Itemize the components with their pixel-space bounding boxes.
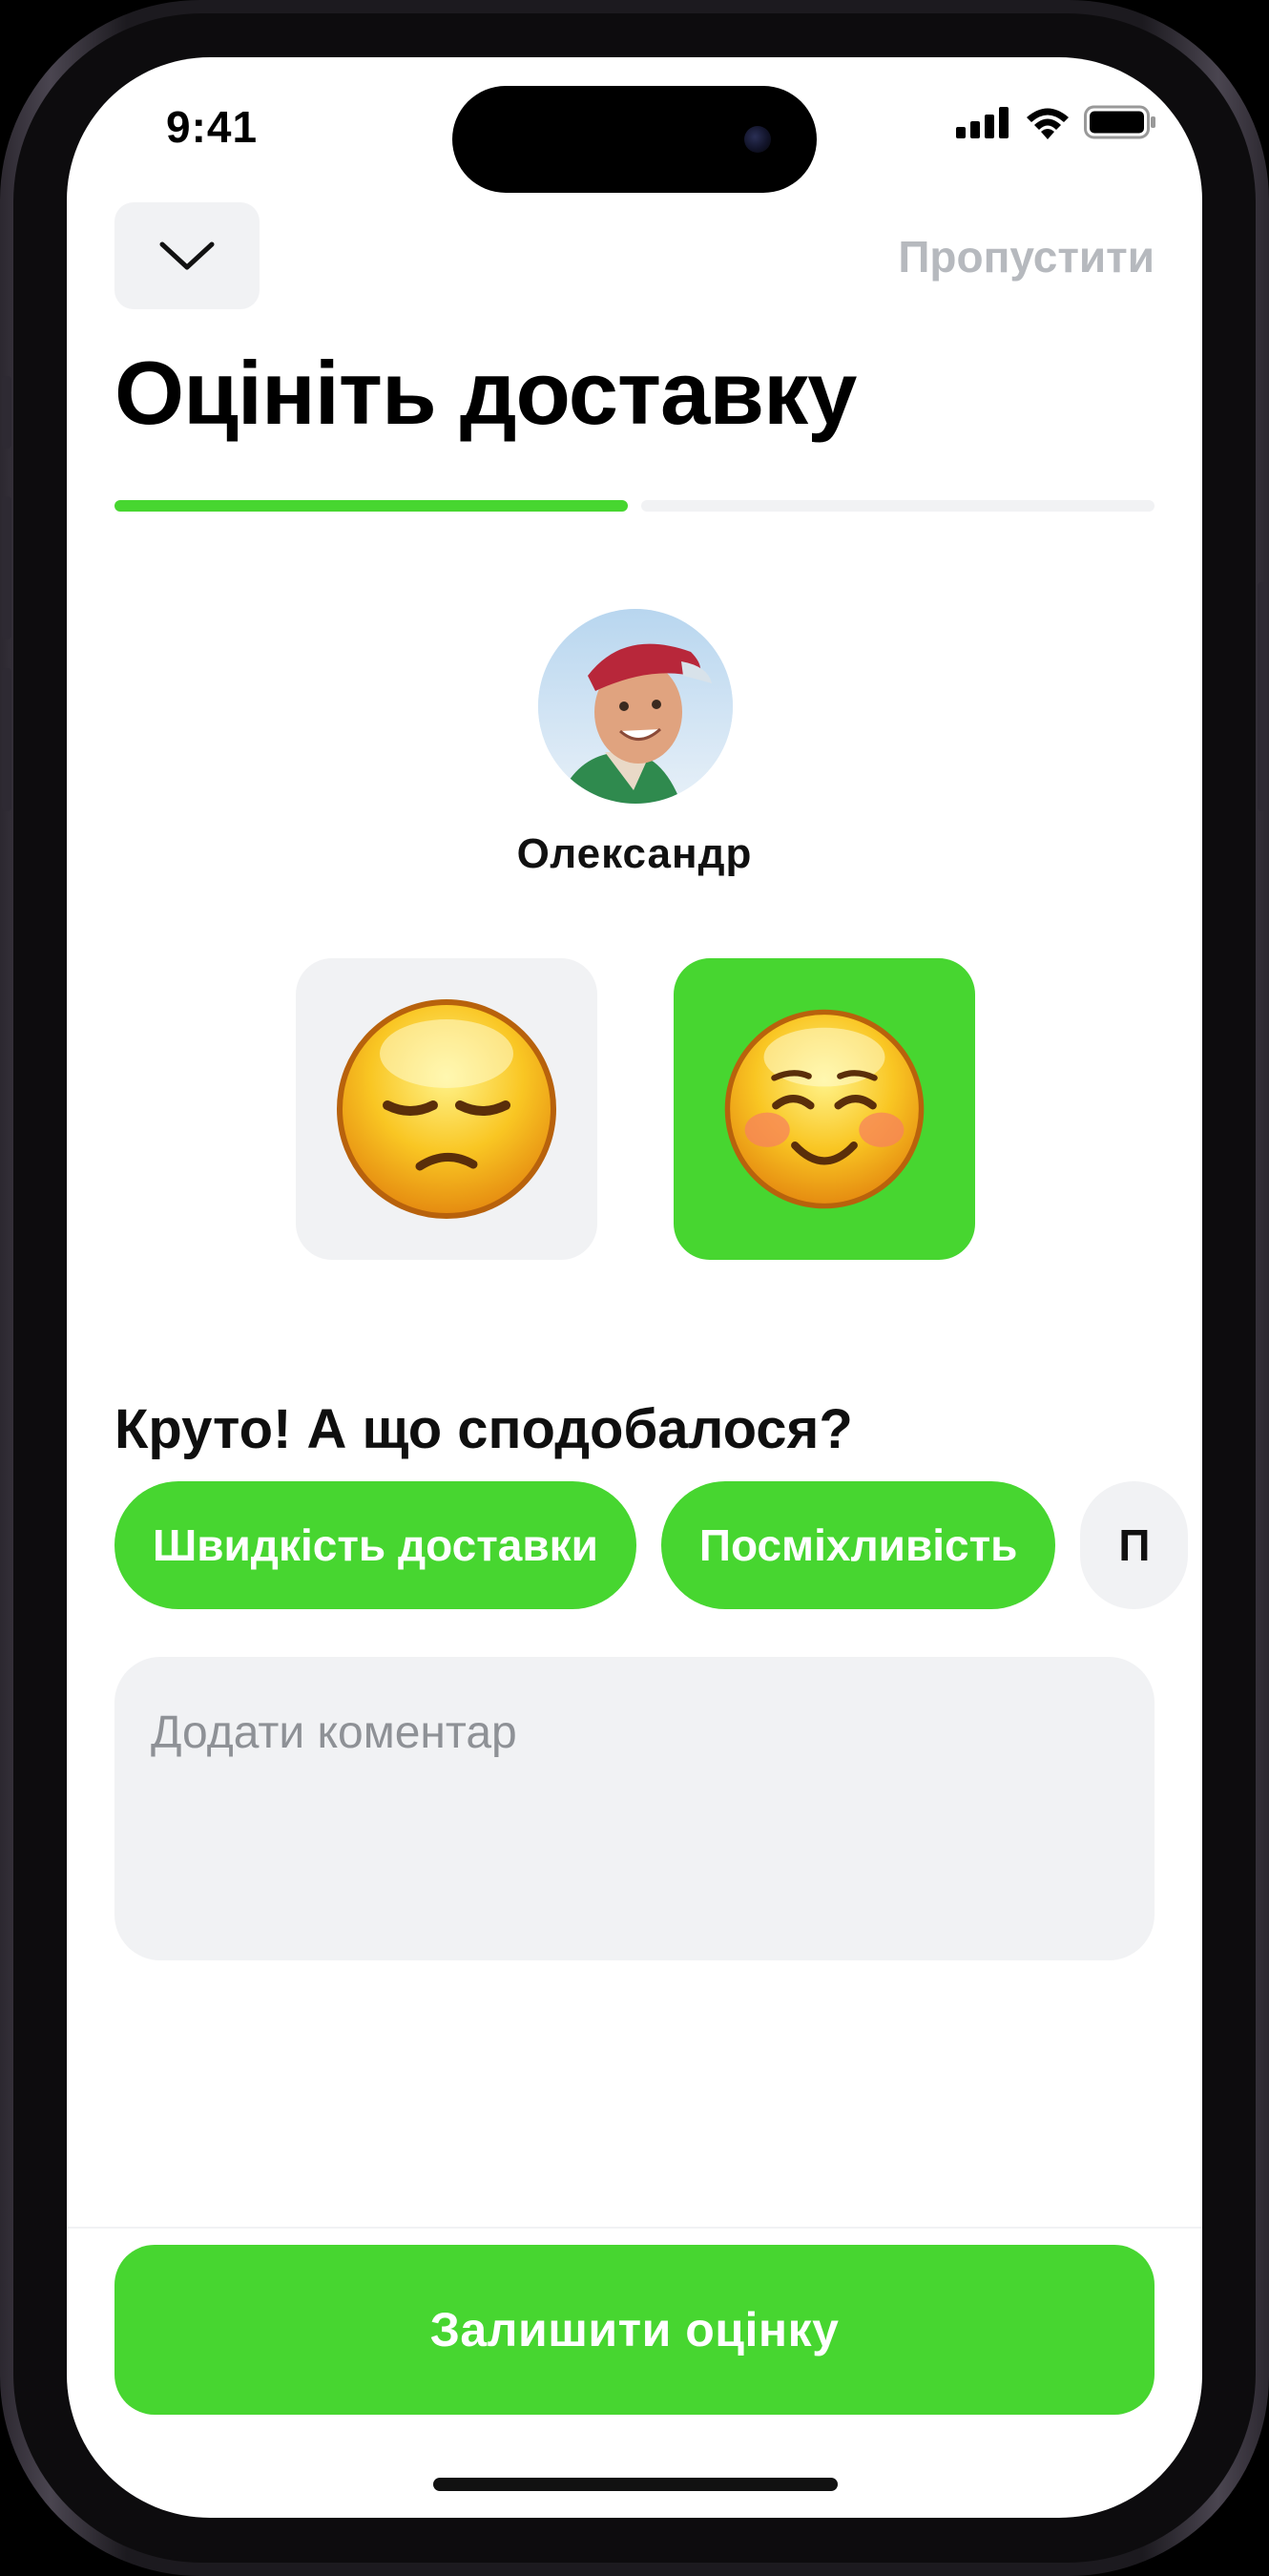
chip-more[interactable]: П <box>1080 1481 1189 1609</box>
battery-icon <box>1084 105 1155 139</box>
rating-option-bad[interactable] <box>296 958 597 1260</box>
action-button <box>2 376 11 449</box>
chevron-down-icon <box>159 241 215 270</box>
progress-step-2 <box>641 500 1155 512</box>
courier-name: Олександр <box>516 830 753 877</box>
submit-rating-button[interactable]: Залишити оцінку <box>114 2245 1155 2415</box>
status-time: 9:41 <box>166 102 259 152</box>
smiling-face-icon <box>724 1009 925 1209</box>
page-title: Оцініть доставку <box>114 343 857 443</box>
feedback-question: Круто! А що сподобалося? <box>114 1398 853 1460</box>
dynamic-island <box>452 86 817 193</box>
front-camera-icon <box>744 126 771 153</box>
chip-delivery-speed[interactable]: Швидкість доставки <box>114 1481 636 1609</box>
progress-step-1 <box>114 500 628 512</box>
app-screen: 9:41 Пропустити Оцініть доставку Олексан… <box>67 57 1202 2518</box>
courier-avatar <box>538 609 733 804</box>
home-indicator[interactable] <box>433 2478 838 2491</box>
feedback-chips: Швидкість доставки Посміхливість П <box>114 1481 1189 1609</box>
power-button <box>1258 582 1267 811</box>
cellular-signal-icon <box>956 107 1009 138</box>
skip-button[interactable]: Пропустити <box>898 231 1155 283</box>
volume-up-button <box>2 496 11 639</box>
footer-divider <box>67 2227 1202 2229</box>
comment-field[interactable] <box>114 1657 1155 1960</box>
rating-progress <box>114 500 1155 512</box>
courier-photo <box>538 609 733 804</box>
unamused-face-icon <box>337 999 556 1219</box>
status-icons <box>956 105 1156 139</box>
rating-option-good[interactable] <box>674 958 975 1260</box>
collapse-button[interactable] <box>114 202 260 309</box>
volume-down-button <box>2 668 11 811</box>
chip-friendliness[interactable]: Посміхливість <box>660 1481 1056 1609</box>
wifi-icon <box>1027 108 1069 139</box>
